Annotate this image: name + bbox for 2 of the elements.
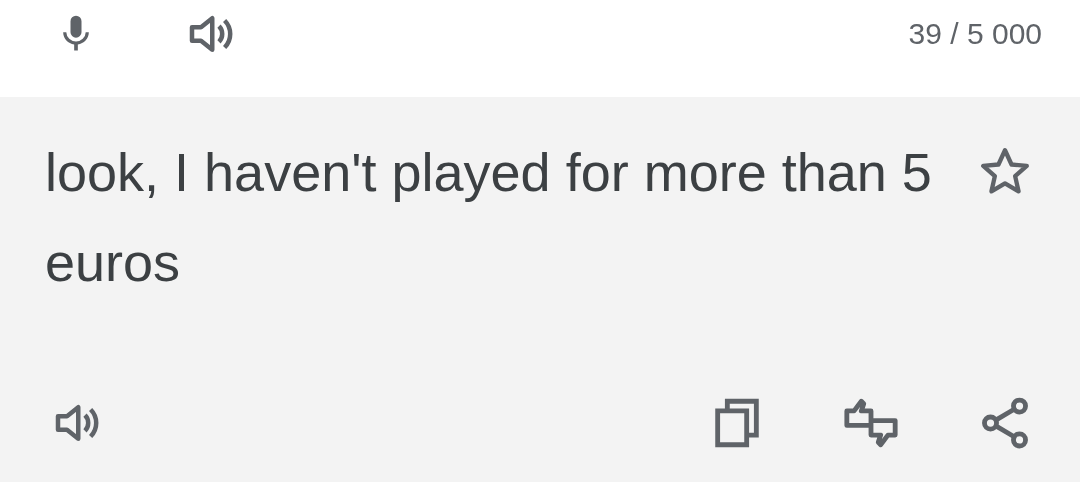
translation-text: look, I haven't played for more than 5 euros [45, 141, 933, 294]
character-count: 39 / 5 000 [908, 16, 1042, 51]
